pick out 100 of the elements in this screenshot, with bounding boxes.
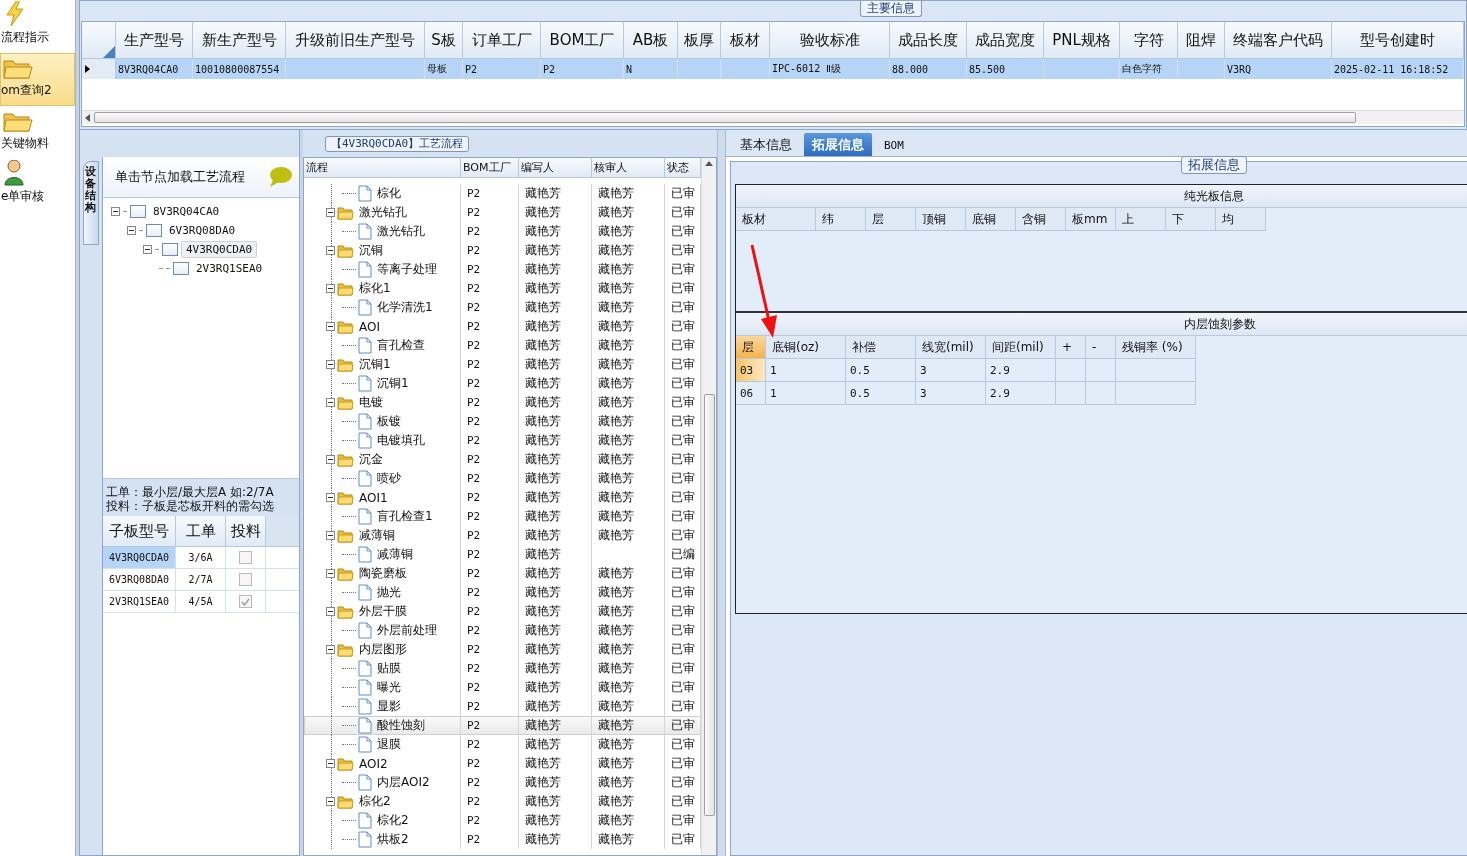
column-header[interactable]: 升级前旧生产型号 (286, 22, 425, 59)
column-header[interactable]: 补偿 (846, 336, 916, 359)
column-header[interactable]: 子板型号 (103, 516, 176, 547)
flow-row[interactable]: 抛光 P2 藏艳芳 藏艳芳 已审 (304, 583, 701, 602)
scroll-up-arrow-icon[interactable] (705, 161, 713, 166)
collapse-icon[interactable] (326, 797, 335, 806)
flow-row[interactable]: 内层AOI2 P2 藏艳芳 藏艳芳 已审 (304, 773, 701, 792)
column-header[interactable]: 层 (736, 336, 766, 359)
column-header[interactable]: 成品宽度 (967, 22, 1044, 59)
collapse-icon[interactable] (326, 284, 335, 293)
flow-row[interactable]: 沉铜 P2 藏艳芳 藏艳芳 已审 (304, 241, 701, 260)
tab[interactable]: BOM (876, 133, 912, 156)
column-header[interactable]: PNL规格 (1044, 22, 1120, 59)
flow-row[interactable]: 盲孔检查1 P2 藏艳芳 藏艳芳 已审 (304, 507, 701, 526)
flow-row[interactable]: 盲孔检查 P2 藏艳芳 藏艳芳 已审 (304, 336, 701, 355)
flow-row[interactable]: 曝光 P2 藏艳芳 藏艳芳 已审 (304, 678, 701, 697)
flow-row[interactable]: 化学清洗1 P2 藏艳芳 藏艳芳 已审 (304, 298, 701, 317)
tree-item[interactable]: 6V3RQ08DA0 (165, 223, 240, 238)
vertical-scrollbar[interactable] (701, 158, 716, 855)
flow-row[interactable]: 棕化2 P2 藏艳芳 藏艳芳 已审 (304, 792, 701, 811)
sidebar-item[interactable]: 关键物料 (0, 106, 75, 159)
collapse-icon[interactable] (326, 569, 335, 578)
column-header[interactable]: 成品长度 (890, 22, 967, 59)
collapse-icon[interactable] (326, 455, 335, 464)
table-cell[interactable]: 2V3RQ1SEA0 (103, 591, 176, 613)
column-header[interactable]: 板mm (1066, 208, 1116, 231)
tree-item[interactable]: 8V3RQ04CA0 (149, 204, 224, 219)
column-header[interactable]: S板 (425, 22, 463, 59)
collapse-icon[interactable] (326, 246, 335, 255)
table-cell[interactable]: 4V3RQ0CDA0 (103, 547, 176, 569)
flow-row[interactable]: 喷砂 P2 藏艳芳 藏艳芳 已审 (304, 469, 701, 488)
collapse-icon[interactable] (326, 531, 335, 540)
column-header[interactable]: + (1056, 336, 1086, 359)
collapse-icon[interactable] (326, 322, 335, 331)
column-header[interactable]: 下 (1166, 208, 1216, 231)
checkbox[interactable] (239, 595, 252, 608)
flow-row[interactable]: 棕化1 P2 藏艳芳 藏艳芳 已审 (304, 279, 701, 298)
column-header[interactable]: 订单工厂 (463, 22, 541, 59)
sidebar-item[interactable]: 流程指示 (0, 0, 75, 53)
column-header[interactable]: 字符 (1120, 22, 1178, 59)
tree-item[interactable]: 4V3RQ0CDA0 (181, 241, 258, 258)
collapse-icon[interactable] (326, 645, 335, 654)
column-header[interactable]: 终端客户代码 (1225, 22, 1332, 59)
collapse-icon[interactable] (326, 607, 335, 616)
collapse-icon[interactable] (326, 398, 335, 407)
flow-row[interactable]: 激光钻孔 P2 藏艳芳 藏艳芳 已审 (304, 203, 701, 222)
tree-item[interactable]: 2V3RQ1SEA0 (192, 261, 267, 276)
column-header[interactable]: - (1086, 336, 1116, 359)
flow-row[interactable]: 减薄铜 P2 藏艳芳 已编 (304, 545, 701, 564)
tab[interactable]: 拓展信息 (804, 133, 872, 156)
flow-row[interactable]: 沉铜1 P2 藏艳芳 藏艳芳 已审 (304, 374, 701, 393)
sidebar-item[interactable]: om查询2 (0, 53, 75, 106)
column-header[interactable]: 层 (866, 208, 916, 231)
column-header[interactable]: 残铜率 (%) (1116, 336, 1196, 359)
column-header[interactable]: 投料 (226, 516, 266, 547)
collapse-icon[interactable] (326, 759, 335, 768)
collapse-icon[interactable] (326, 493, 335, 502)
splitter-handle[interactable] (717, 130, 726, 856)
flow-row[interactable]: 棕化 P2 藏艳芳 藏艳芳 已审 (304, 184, 701, 203)
column-header[interactable]: 纬 (816, 208, 866, 231)
tab[interactable]: 基本信息 (732, 133, 800, 156)
scroll-left-arrow-icon[interactable] (85, 113, 90, 122)
column-header[interactable]: 含铜 (1016, 208, 1066, 231)
collapse-icon[interactable] (326, 208, 335, 217)
flow-row[interactable]: 贴膜 P2 藏艳芳 藏艳芳 已审 (304, 659, 701, 678)
column-header[interactable]: 阻焊 (1178, 22, 1225, 59)
column-header[interactable]: 底铜(oz) (766, 336, 846, 359)
sidebar-item[interactable]: e单审核 (0, 159, 75, 212)
column-header[interactable]: 板材 (736, 208, 816, 231)
flow-row[interactable]: 等离子处理 P2 藏艳芳 藏艳芳 已审 (304, 260, 701, 279)
flow-row[interactable]: 陶瓷磨板 P2 藏艳芳 藏艳芳 已审 (304, 564, 701, 583)
column-header[interactable]: 上 (1116, 208, 1166, 231)
flow-row[interactable]: 激光钻孔 P2 藏艳芳 藏艳芳 已审 (304, 222, 701, 241)
flow-row[interactable]: 沉铜1 P2 藏艳芳 藏艳芳 已审 (304, 355, 701, 374)
flow-row[interactable]: AOI P2 藏艳芳 藏艳芳 已审 (304, 317, 701, 336)
column-header[interactable]: 底铜 (966, 208, 1016, 231)
column-header[interactable]: 核审人 (592, 158, 665, 178)
column-header[interactable]: 型号创建时 (1332, 22, 1464, 59)
checkbox[interactable] (239, 551, 252, 564)
horizontal-scrollbar[interactable] (82, 110, 1464, 124)
column-header[interactable]: 新生产型号 (193, 22, 286, 59)
collapse-icon[interactable] (326, 360, 335, 369)
collapse-icon[interactable] (143, 245, 152, 254)
side-tab[interactable]: 设备结构 (83, 161, 99, 245)
flow-row[interactable]: 沉金 P2 藏艳芳 藏艳芳 已审 (304, 450, 701, 469)
flow-row[interactable]: 电镀填孔 P2 藏艳芳 藏艳芳 已审 (304, 431, 701, 450)
column-header[interactable]: AB板 (624, 22, 678, 59)
flow-row[interactable]: 外层前处理 P2 藏艳芳 藏艳芳 已审 (304, 621, 701, 640)
column-header[interactable]: 工单 (176, 516, 226, 547)
flow-row[interactable]: 减薄铜 P2 藏艳芳 藏艳芳 已审 (304, 526, 701, 545)
flow-row[interactable]: 棕化2 P2 藏艳芳 藏艳芳 已审 (304, 811, 701, 830)
flow-row[interactable]: 外层干膜 P2 藏艳芳 藏艳芳 已审 (304, 602, 701, 621)
column-header[interactable]: 验收标准 (770, 22, 890, 59)
column-header[interactable]: BOM工厂 (541, 22, 624, 59)
flow-row[interactable]: 酸性蚀刻 P2 藏艳芳 藏艳芳 已审 (304, 716, 701, 735)
flow-row[interactable]: 内层图形 P2 藏艳芳 藏艳芳 已审 (304, 640, 701, 659)
collapse-icon[interactable] (127, 226, 136, 235)
column-header[interactable]: 板厚 (678, 22, 721, 59)
collapse-icon[interactable] (111, 207, 120, 216)
flow-row[interactable]: 烘板2 P2 藏艳芳 藏艳芳 已审 (304, 830, 701, 849)
